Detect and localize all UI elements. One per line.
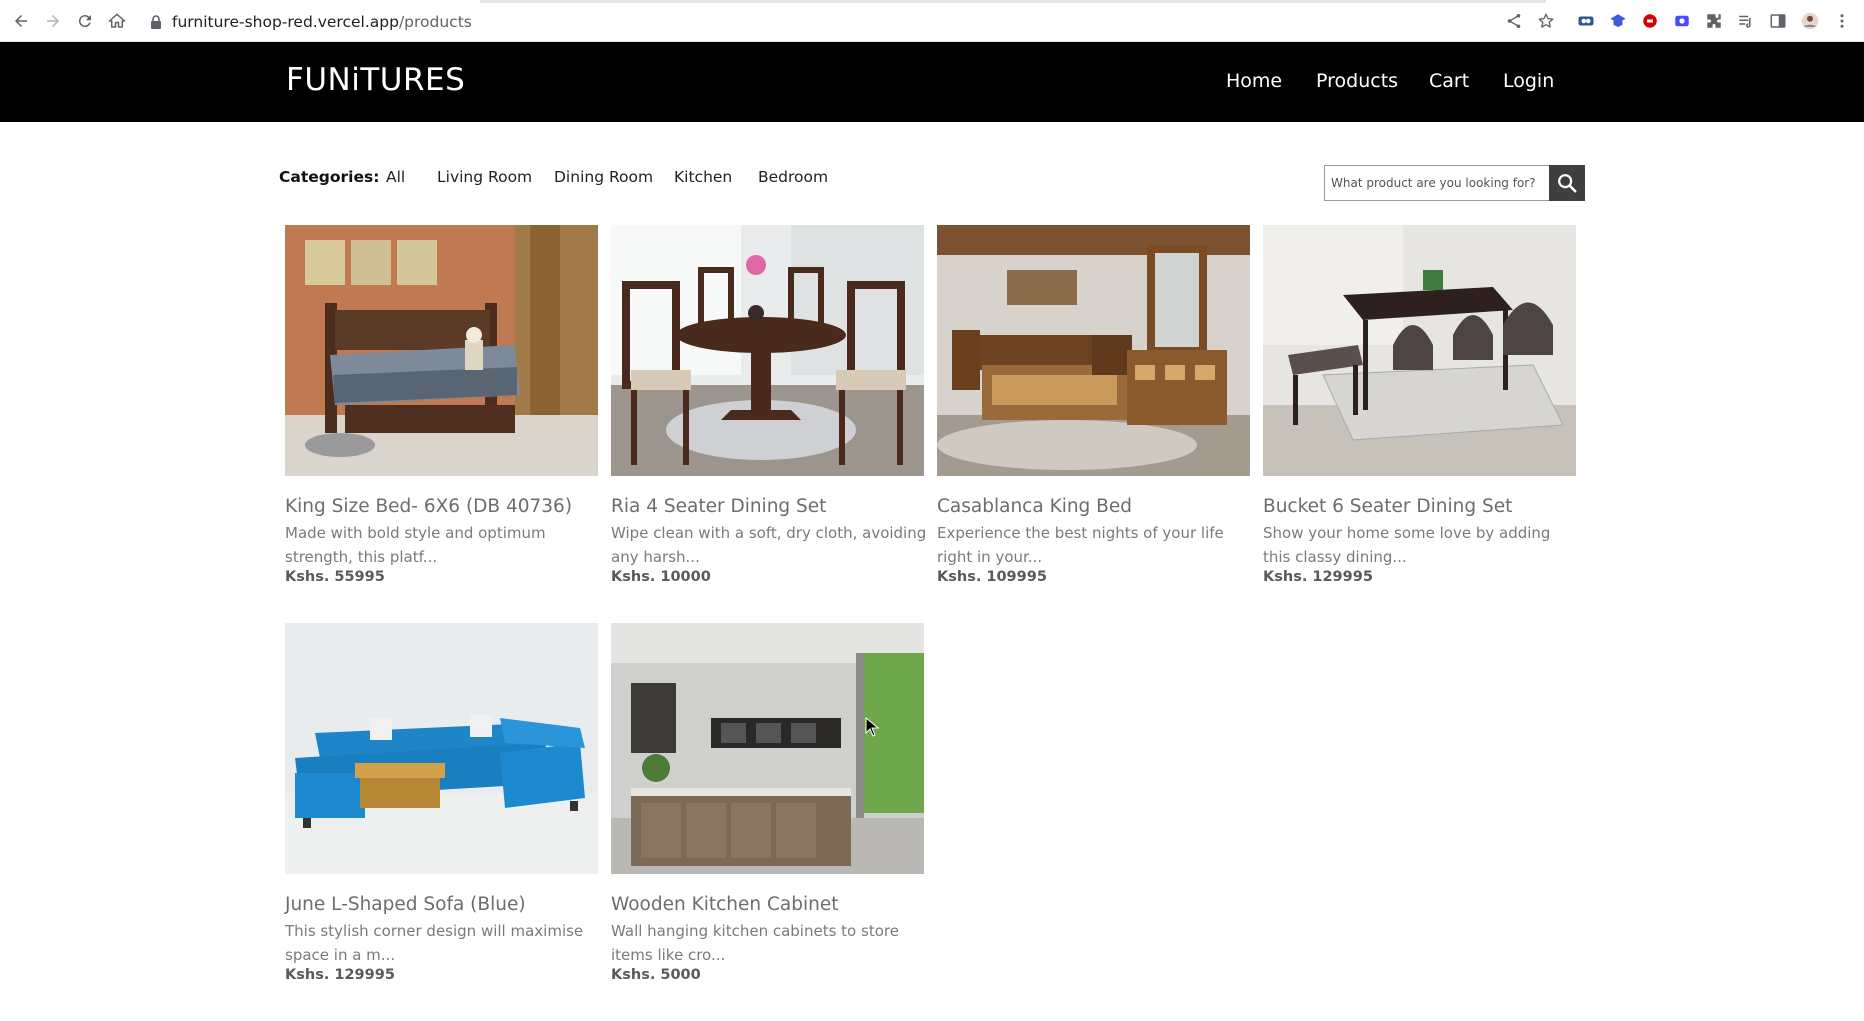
side-panel-icon[interactable] bbox=[1768, 11, 1788, 31]
product-title[interactable]: Bucket 6 Seater Dining Set bbox=[1263, 496, 1576, 517]
reading-list-icon[interactable] bbox=[1736, 11, 1756, 31]
product-price: Kshs. 129995 bbox=[1263, 569, 1373, 585]
category-dining-room[interactable]: Dining Room bbox=[554, 168, 653, 186]
lock-icon bbox=[151, 15, 161, 29]
product-image-casablanca-bed[interactable] bbox=[937, 225, 1250, 476]
product-search bbox=[1324, 165, 1585, 201]
product-description: Wall hanging kitchen cabinets to store i… bbox=[611, 922, 899, 964]
product-title[interactable]: Wooden Kitchen Cabinet bbox=[611, 894, 924, 915]
profile-avatar[interactable] bbox=[1800, 11, 1820, 31]
product-image-bucket-dining-set[interactable] bbox=[1263, 225, 1576, 476]
product-card[interactable]: June L-Shaped Sofa (Blue) This stylish c… bbox=[285, 623, 598, 983]
share-icon[interactable] bbox=[1504, 11, 1524, 31]
extension-icon-3[interactable] bbox=[1640, 11, 1660, 31]
product-card[interactable]: King Size Bed- 6X6 (DB 40736) Made with … bbox=[285, 225, 598, 585]
nav-products[interactable]: Products bbox=[1316, 70, 1398, 92]
brand-logo[interactable]: FUNiTURES bbox=[286, 62, 465, 98]
menu-icon[interactable] bbox=[1832, 11, 1852, 31]
reload-icon[interactable] bbox=[74, 10, 96, 32]
product-title[interactable]: June L-Shaped Sofa (Blue) bbox=[285, 894, 598, 915]
product-image-ria-dining-set[interactable] bbox=[611, 225, 924, 476]
category-bedroom[interactable]: Bedroom bbox=[758, 168, 828, 186]
product-description: Experience the best nights of your life … bbox=[937, 524, 1224, 566]
product-card[interactable]: Casablanca King Bed Experience the best … bbox=[937, 225, 1250, 585]
product-image-kitchen-cabinet[interactable] bbox=[611, 623, 924, 874]
product-title[interactable]: King Size Bed- 6X6 (DB 40736) bbox=[285, 496, 598, 517]
search-icon bbox=[1558, 174, 1577, 193]
product-description: Show your home some love by adding this … bbox=[1263, 524, 1551, 566]
category-all[interactable]: All bbox=[386, 168, 405, 186]
extension-icon-2[interactable] bbox=[1608, 11, 1628, 31]
nav-home[interactable]: Home bbox=[1226, 70, 1282, 92]
puzzle-icon[interactable] bbox=[1704, 11, 1724, 31]
category-kitchen[interactable]: Kitchen bbox=[674, 168, 732, 186]
star-icon[interactable] bbox=[1536, 11, 1556, 31]
product-price: Kshs. 109995 bbox=[937, 569, 1047, 585]
home-icon[interactable] bbox=[106, 10, 128, 32]
product-title[interactable]: Casablanca King Bed bbox=[937, 496, 1250, 517]
product-description: This stylish corner design will maximise… bbox=[285, 922, 584, 964]
url-host: furniture-shop-red.vercel.app bbox=[172, 13, 399, 31]
product-price: Kshs. 129995 bbox=[285, 967, 395, 983]
nav-cart[interactable]: Cart bbox=[1429, 70, 1469, 92]
categories-label: Categories: bbox=[279, 168, 380, 186]
tab-strip bbox=[480, 0, 730, 3]
tab-strip bbox=[726, 0, 1546, 3]
product-image-june-sofa[interactable] bbox=[285, 623, 598, 874]
extension-icon-1[interactable] bbox=[1576, 11, 1596, 31]
forward-icon[interactable] bbox=[42, 10, 64, 32]
product-price: Kshs. 5000 bbox=[611, 967, 701, 983]
product-description: Made with bold style and optimum strengt… bbox=[285, 524, 546, 566]
url-path: /products bbox=[398, 13, 472, 31]
product-description: Wipe clean with a soft, dry cloth, avoid… bbox=[611, 524, 927, 566]
nav-login[interactable]: Login bbox=[1503, 70, 1554, 92]
product-price: Kshs. 55995 bbox=[285, 569, 385, 585]
product-card[interactable]: Bucket 6 Seater Dining Set Show your hom… bbox=[1263, 225, 1576, 585]
product-title[interactable]: Ria 4 Seater Dining Set bbox=[611, 496, 924, 517]
extension-icon-4[interactable] bbox=[1672, 11, 1692, 31]
product-card[interactable]: Wooden Kitchen Cabinet Wall hanging kitc… bbox=[611, 623, 924, 983]
category-living-room[interactable]: Living Room bbox=[437, 168, 532, 186]
product-card[interactable]: Ria 4 Seater Dining Set Wipe clean with … bbox=[611, 225, 926, 585]
search-button[interactable] bbox=[1549, 165, 1585, 201]
product-price: Kshs. 10000 bbox=[611, 569, 711, 585]
address-bar[interactable]: furniture-shop-red.vercel.app/products bbox=[150, 11, 472, 33]
back-icon[interactable] bbox=[10, 10, 32, 32]
product-image-king-bed[interactable] bbox=[285, 225, 598, 476]
search-input[interactable] bbox=[1324, 165, 1549, 201]
mouse-cursor-icon bbox=[865, 717, 879, 737]
site-header: FUNiTURES Home Products Cart Login bbox=[0, 42, 1864, 122]
browser-toolbar: furniture-shop-red.vercel.app/products bbox=[0, 0, 1864, 42]
